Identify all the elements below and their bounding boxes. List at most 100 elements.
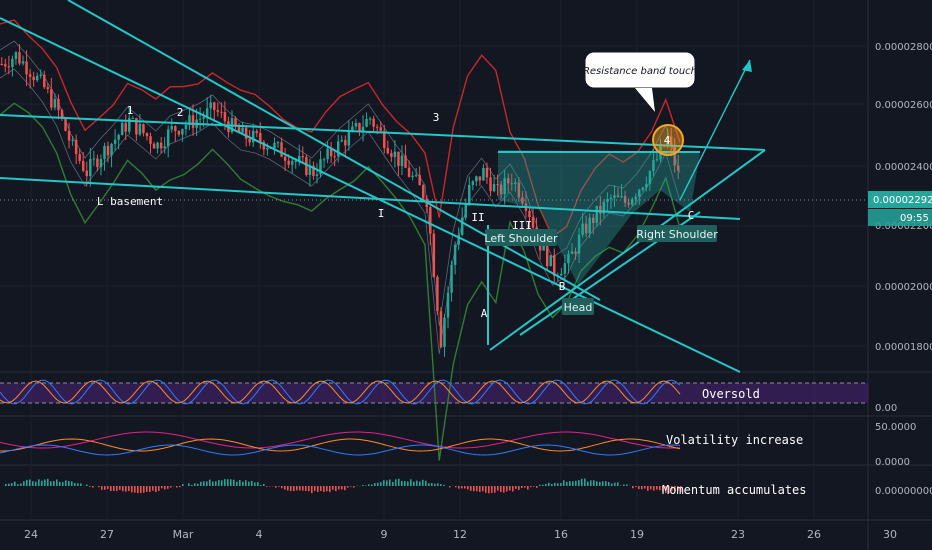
- momentum-bar: [194, 483, 196, 486]
- momentum-bar: [248, 481, 250, 486]
- wave-label-i: I: [378, 207, 385, 220]
- volatility-line-blue: [0, 444, 681, 456]
- candle-body: [372, 118, 375, 127]
- momentum-bar: [68, 480, 70, 486]
- momentum-bar: [335, 486, 337, 492]
- momentum-bar: [557, 483, 559, 486]
- wave-label-c: C: [688, 209, 695, 222]
- momentum-bar: [488, 486, 490, 494]
- momentum-bar: [368, 484, 370, 486]
- candle-body: [485, 167, 489, 178]
- basement-label: L basement: [97, 195, 163, 208]
- momentum-bar: [410, 479, 412, 486]
- candle-body: [0, 64, 4, 65]
- momentum-bar: [470, 486, 472, 491]
- momentum-bar: [617, 482, 619, 486]
- momentum-bar: [344, 486, 346, 491]
- candle-body: [429, 206, 432, 234]
- momentum-bar: [314, 486, 316, 491]
- momentum-bar: [551, 483, 553, 486]
- candle-body: [375, 126, 379, 128]
- momentum-bar: [515, 486, 517, 489]
- momentum-bar: [569, 481, 571, 486]
- momentum-bar: [203, 481, 205, 486]
- svg-text:Right Shoulder: Right Shoulder: [636, 228, 718, 241]
- momentum-bar: [434, 483, 436, 486]
- momentum-bar: [20, 483, 22, 486]
- momentum-bar: [554, 482, 556, 486]
- momentum-bar: [281, 486, 283, 489]
- momentum-bar: [473, 486, 475, 492]
- candle-body: [528, 210, 531, 218]
- momentum-bar: [584, 478, 586, 486]
- momentum-bar: [581, 478, 583, 486]
- momentum-bar: [374, 483, 376, 486]
- momentum-bar: [647, 486, 649, 491]
- candle-body: [191, 115, 195, 128]
- momentum-bar: [491, 486, 493, 493]
- volatility-annotation: Volatility increase: [666, 433, 803, 447]
- candle-body: [156, 142, 159, 149]
- momentum-bar: [653, 486, 655, 491]
- candle-body: [145, 133, 149, 137]
- momentum-bar: [11, 483, 13, 486]
- momentum-bar: [440, 484, 442, 486]
- candle-body: [177, 131, 181, 135]
- candle-body: [99, 159, 103, 168]
- candle-body: [50, 89, 53, 108]
- momentum-bar: [137, 486, 139, 494]
- candle-body: [432, 233, 436, 277]
- candle-body: [117, 135, 120, 140]
- momentum-bar: [476, 486, 478, 492]
- candle-body: [39, 74, 42, 76]
- momentum-bar: [44, 479, 46, 486]
- candle-body: [336, 141, 340, 157]
- momentum-bar: [179, 486, 181, 488]
- momentum-bar: [413, 481, 415, 486]
- momentum-bar: [41, 480, 43, 486]
- candle-body: [103, 145, 106, 160]
- momentum-bar: [293, 486, 295, 492]
- momentum-bar: [386, 480, 388, 486]
- candle-body: [354, 123, 358, 127]
- momentum-bar: [299, 486, 301, 491]
- momentum-bar: [308, 486, 310, 492]
- momentum-bar: [437, 483, 439, 486]
- momentum-bar: [239, 480, 241, 486]
- momentum-bar: [536, 486, 538, 488]
- candle-body: [202, 117, 205, 119]
- candle-body: [113, 139, 117, 144]
- candle-body: [347, 131, 351, 146]
- momentum-bar: [365, 485, 367, 486]
- momentum-bar: [599, 481, 601, 486]
- momentum-bar: [284, 486, 286, 490]
- momentum-axis-label: 0.00000000: [875, 486, 932, 497]
- candle-body: [393, 151, 397, 157]
- candle-body: [492, 184, 496, 192]
- candle-body: [96, 158, 99, 168]
- momentum-bar: [572, 481, 574, 486]
- candle-body: [198, 118, 202, 120]
- candle-body: [301, 156, 305, 158]
- momentum-bar: [464, 486, 466, 489]
- wave-label-a: A: [481, 307, 488, 320]
- candle-body: [436, 276, 439, 312]
- candle-body: [276, 142, 280, 144]
- momentum-bar: [650, 486, 652, 490]
- momentum-bar: [164, 486, 166, 490]
- momentum-bar: [188, 483, 190, 486]
- candle-body: [560, 273, 563, 276]
- momentum-bar: [197, 483, 199, 486]
- callout-text: Resistance band touch: [583, 66, 697, 77]
- momentum-bar: [638, 486, 640, 490]
- momentum-bar: [263, 483, 265, 486]
- momentum-bar: [170, 486, 172, 488]
- candle-body: [7, 66, 11, 68]
- momentum-bar: [596, 481, 598, 486]
- candle-body: [248, 138, 251, 143]
- momentum-bar: [278, 486, 280, 487]
- momentum-bar: [125, 486, 127, 492]
- candle-body: [166, 129, 170, 147]
- svg-text:Left Shoulder: Left Shoulder: [484, 232, 558, 245]
- time-tick: 16: [554, 528, 568, 541]
